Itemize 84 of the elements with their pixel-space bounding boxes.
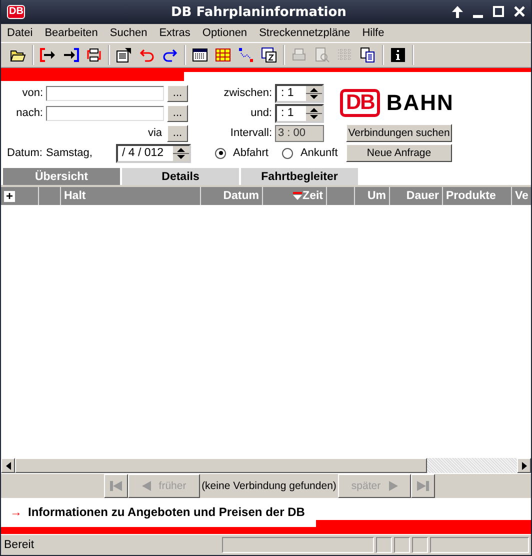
expand-icon[interactable]: + (4, 190, 15, 202)
right-arrow-icon (522, 462, 526, 470)
scroll-left-button[interactable] (1, 458, 15, 473)
copy-icon (360, 47, 376, 63)
right-arrow-icon (388, 481, 398, 491)
printer-icon (291, 47, 307, 63)
menu-item[interactable]: Optionen (200, 27, 254, 39)
document-icon (116, 47, 132, 63)
first-page-button[interactable] (104, 474, 128, 498)
column-header[interactable]: Halt (64, 190, 86, 202)
menu-item[interactable]: Streckennetzpläne (257, 27, 356, 39)
menu-item[interactable]: Suchen (108, 27, 154, 39)
column-header[interactable]: Zeit (302, 190, 323, 202)
grid-icon (337, 47, 353, 63)
swap-icon (86, 47, 102, 63)
last-icon (417, 481, 429, 491)
left-arrow-icon (142, 481, 151, 491)
tab[interactable]: Fahrtbegleiter (241, 168, 358, 185)
info-icon (390, 47, 406, 63)
undo-icon (139, 47, 155, 63)
field-label: via (146, 127, 163, 139)
close-icon[interactable] (514, 6, 525, 17)
weekday-text: Samstag, (46, 147, 92, 159)
toolbar-button[interactable] (115, 46, 133, 64)
input-field[interactable] (46, 106, 164, 120)
magnifier-icon (314, 47, 330, 63)
field-label: Datum: (6, 147, 43, 159)
tab[interactable]: Details (122, 168, 239, 185)
status-text: (keine Verbindung gefunden) (200, 479, 338, 494)
field-label: Intervall: (229, 127, 272, 139)
maximize-icon[interactable] (493, 6, 504, 17)
scroll-right-button[interactable] (517, 458, 531, 473)
field-label: und: (250, 107, 272, 119)
field-label: von: (21, 87, 43, 99)
toolbar-button[interactable] (39, 46, 57, 64)
interval-field: 3 : 00 (275, 124, 324, 142)
new-query-button[interactable]: Neue Anfrage (346, 144, 452, 162)
brand-logo: DB (340, 89, 380, 117)
column-header[interactable]: Produkte (446, 190, 496, 202)
browse-button[interactable]: ... (167, 84, 188, 102)
toolbar-button[interactable] (85, 46, 103, 64)
radio-label: Abfahrt (233, 147, 268, 159)
menu-item[interactable]: Extras (157, 27, 196, 39)
toolbar-button[interactable] (389, 46, 407, 64)
status-pane (412, 537, 428, 553)
browse-button[interactable]: ... (167, 104, 188, 122)
menu-item[interactable]: Hilfe (360, 27, 390, 39)
enter-arrow-icon (63, 47, 79, 63)
column-header[interactable]: Datum (223, 190, 259, 202)
toolbar-button[interactable] (62, 46, 80, 64)
search-button[interactable]: Verbindungen suchen (346, 124, 452, 142)
spin-arrows-icon[interactable] (173, 146, 189, 160)
browse-button[interactable]: ... (167, 124, 188, 142)
window-title: DB Fahrplaninformation (170, 4, 348, 20)
menu-item[interactable]: Bearbeiten (42, 27, 104, 39)
route-icon (238, 47, 254, 63)
field-label: nach: (15, 107, 43, 119)
last-page-button[interactable] (411, 474, 435, 498)
input-field[interactable] (46, 86, 164, 100)
tab[interactable]: Übersicht (3, 168, 120, 185)
toolbar-button[interactable] (191, 46, 209, 64)
left-arrow-icon (6, 462, 10, 470)
first-icon (110, 481, 122, 491)
status-pane (376, 537, 392, 553)
app-logo: DB (7, 5, 26, 19)
toolbar-button[interactable] (359, 46, 377, 64)
radio-button[interactable] (215, 148, 226, 158)
column-header[interactable]: Ve (515, 190, 528, 202)
exit-arrow-icon (40, 47, 56, 63)
spin-arrows-icon[interactable] (306, 106, 322, 120)
column-header[interactable]: Dauer (406, 190, 439, 202)
radio-button[interactable] (282, 148, 294, 158)
menu-item[interactable]: Datei (5, 27, 39, 39)
radio-label: Ankunft (300, 147, 338, 159)
scrollbar-thumb[interactable] (15, 458, 427, 473)
status-pane (394, 537, 410, 553)
up-arrow-icon[interactable] (452, 6, 463, 18)
field-label: zwischen: (222, 87, 272, 99)
spin-arrows-icon[interactable] (306, 86, 322, 100)
brand-wordmark: BAHN (386, 90, 454, 116)
column-header[interactable]: Um (367, 190, 386, 202)
table-icon (192, 47, 208, 63)
redo-icon (162, 47, 178, 63)
status-text: Bereit (3, 539, 36, 551)
